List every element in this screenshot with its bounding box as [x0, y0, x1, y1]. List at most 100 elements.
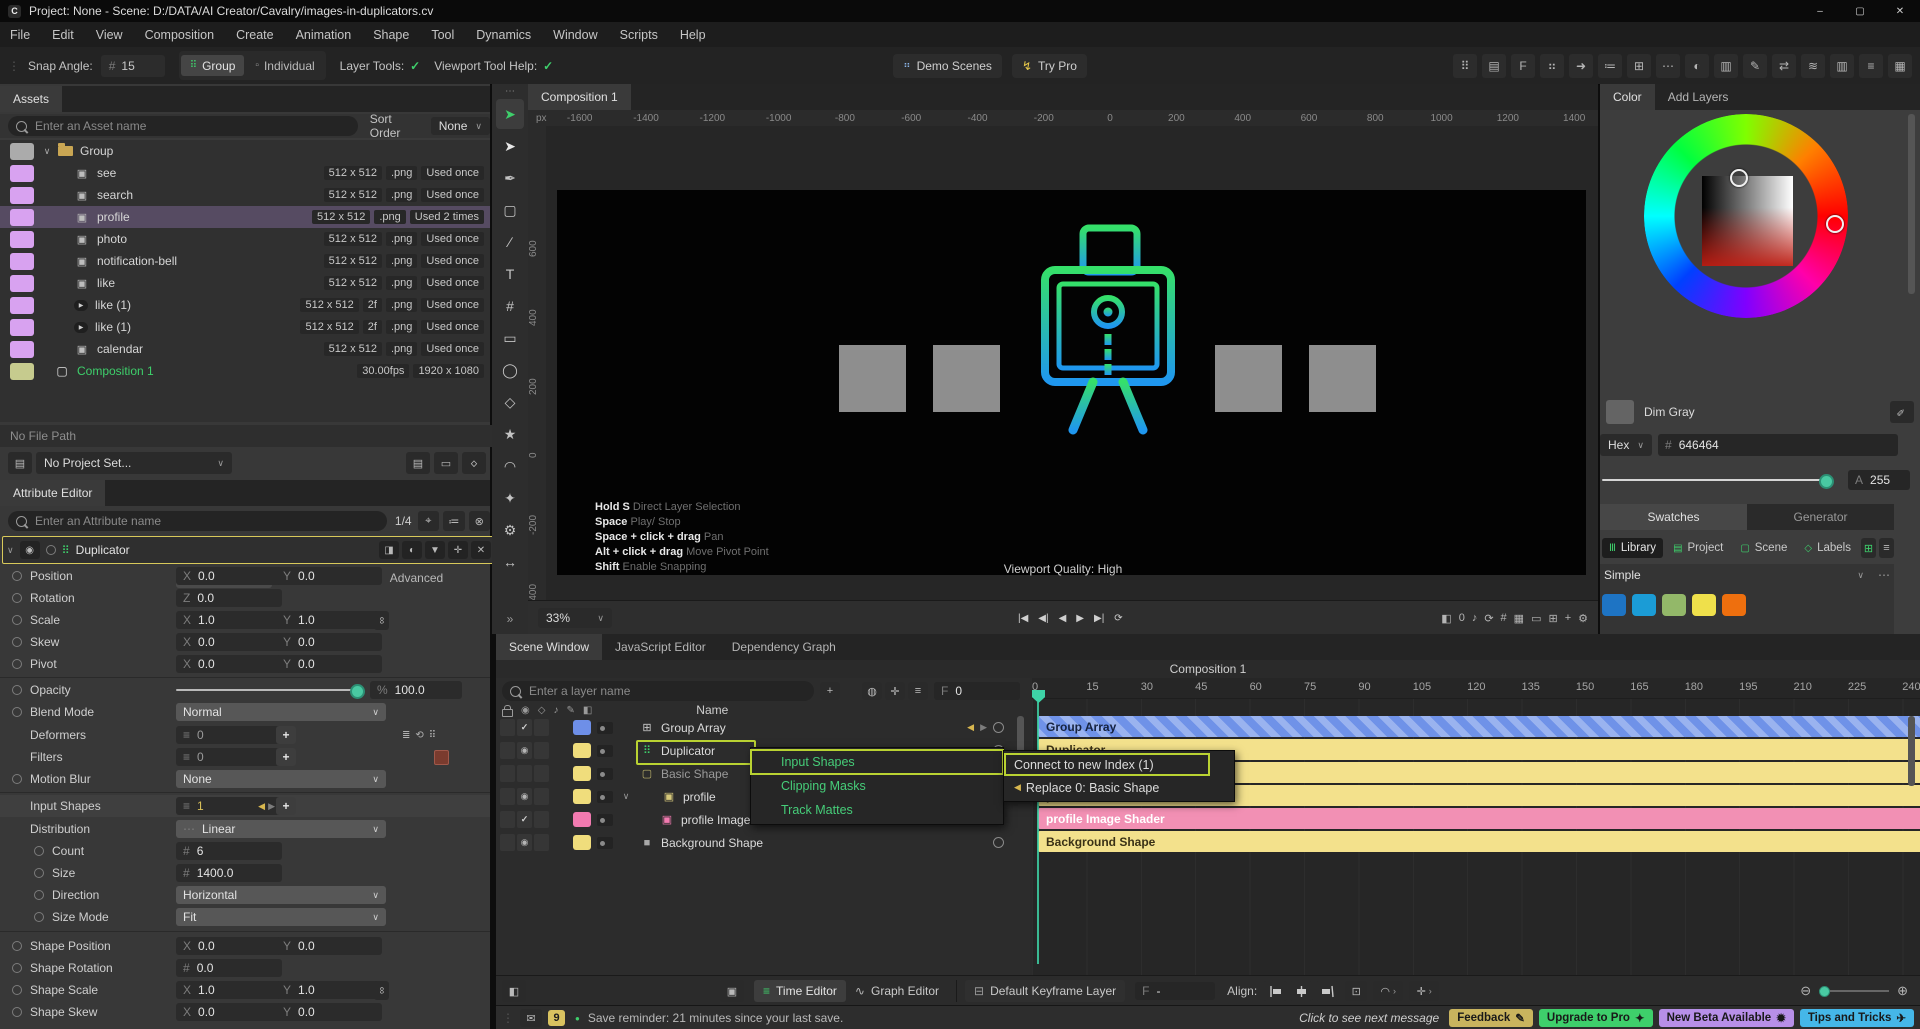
add-attribute-button[interactable]: ≔ [443, 511, 465, 531]
opacity-value-field[interactable]: % 100.0 [370, 681, 462, 699]
layer-header-icon-button[interactable]: ◐ [402, 541, 422, 559]
distribution-dropdown[interactable]: ⋯ Linear ∨ [176, 820, 386, 838]
color-swatch[interactable] [1662, 594, 1686, 616]
individual-mode-button[interactable]: ▫ Individual [246, 55, 323, 76]
try-pro-button[interactable]: ↯ Try Pro [1011, 53, 1087, 78]
graph-editor-button[interactable]: ∿ Graph Editor [846, 980, 948, 1002]
bottom-panel-tab[interactable]: Scene Window [496, 634, 603, 660]
solo-toggle[interactable] [534, 742, 549, 759]
pen-tool[interactable]: ✒ [496, 163, 524, 193]
color-swatch[interactable] [1692, 594, 1716, 616]
menu-item[interactable]: Animation [296, 28, 352, 42]
toolbar-icon-button[interactable]: ▥ [1830, 53, 1854, 78]
keyframe-toggle[interactable] [12, 774, 22, 784]
toolbar-icon-button[interactable]: ▥ [1714, 53, 1738, 78]
settings-tool[interactable]: ⚙ [496, 515, 524, 545]
toolbar-icon-button[interactable]: ◐ [1685, 53, 1709, 78]
visibility-icon[interactable]: ◉ [19, 541, 40, 559]
swatch-options-icon[interactable]: ⋯ [1878, 568, 1890, 582]
keyframe-toggle[interactable] [12, 941, 22, 951]
ellipse-tool[interactable]: ◯ [496, 355, 524, 385]
visibility-toggle[interactable] [517, 811, 532, 828]
menu-item[interactable]: Dynamics [476, 28, 531, 42]
pivot-x-field[interactable]: X 0.0 [176, 655, 282, 673]
open-folder-button[interactable]: ▤ [406, 452, 430, 474]
keyframe-circle[interactable] [993, 722, 1004, 733]
transport-button[interactable]: ⟳ [1114, 613, 1122, 624]
attribute-search-input[interactable] [33, 513, 367, 529]
transport-button[interactable]: ◀ [1059, 613, 1067, 624]
collapse-icon[interactable]: ∨ [7, 545, 14, 556]
menu-item[interactable]: Shape [373, 28, 409, 42]
add-input-shape-button[interactable]: + [276, 797, 296, 815]
layer-color-swatch[interactable] [573, 789, 591, 804]
lock-toggle[interactable] [500, 765, 515, 782]
viewport-option-button[interactable]: ⟳ [1484, 612, 1493, 625]
filter-indicator-icon[interactable] [434, 749, 449, 765]
layer-header-icon-button[interactable]: ✛ [448, 541, 468, 559]
asset-row[interactable]: like (1) 512 x 512 2f .png Used once [0, 294, 490, 316]
lock-toggle[interactable] [500, 811, 515, 828]
layer-search[interactable] [502, 681, 814, 701]
hue-selector[interactable] [1826, 215, 1844, 233]
viewport-option-button[interactable]: ◧ [1441, 612, 1451, 625]
keyframe-toggle[interactable] [12, 615, 22, 625]
scale-y-field[interactable]: Y 1.0 [276, 611, 382, 629]
context-menu-item[interactable]: Clipping Masks [751, 774, 1003, 798]
bottom-panel-tab[interactable]: Dependency Graph [719, 634, 849, 660]
layer-color-swatch[interactable] [573, 812, 591, 827]
toolbar-icon-button[interactable]: ≔ [1598, 53, 1622, 78]
marquee-tool[interactable]: ▢ [496, 195, 524, 225]
selection-box-button[interactable]: ⊡ [1345, 981, 1368, 1001]
swatch-set-name[interactable]: Simple [1604, 568, 1641, 582]
timeline-bar[interactable]: Group Array [1038, 716, 1920, 737]
asset-row[interactable]: like 512 x 512 .png Used once [0, 272, 490, 294]
shape-position-x-field[interactable]: X 0.0 [176, 937, 282, 955]
solo-toggle[interactable] [534, 788, 549, 805]
keyframe-toggle[interactable] [34, 846, 44, 856]
keyframe-layer-dropdown[interactable]: ⊟ Default Keyframe Layer [965, 980, 1126, 1002]
layer-name[interactable]: Background Shape [661, 836, 763, 850]
list-view-button[interactable]: ≡ [1878, 538, 1894, 558]
shape-skew-x-field[interactable]: X 0.0 [176, 1003, 282, 1021]
toolbar-icon-button[interactable]: ≋ [1801, 53, 1825, 78]
shape-rotation-field[interactable]: #0.0 [176, 959, 282, 977]
scale-x-field[interactable]: X 1.0 [176, 611, 282, 629]
asset-search[interactable] [8, 116, 358, 136]
toolbar-icon-button[interactable]: ➜ [1569, 53, 1593, 78]
asset-color-swatch[interactable] [10, 230, 34, 248]
message-count-badge[interactable]: 9 [548, 1010, 565, 1026]
direct-select-tool[interactable]: ➤ [496, 131, 524, 161]
keyframe-toggle[interactable] [34, 912, 44, 922]
trash-button[interactable]: 🝔 [462, 452, 486, 474]
maximize-button[interactable]: ▢ [1840, 0, 1880, 22]
asset-color-swatch[interactable] [10, 362, 34, 380]
asset-row[interactable]: profile 512 x 512 .png Used 2 times [0, 206, 490, 228]
transport-button[interactable]: ▶| [1094, 613, 1104, 624]
ease-curve-button[interactable]: ◠ › [1373, 981, 1404, 1001]
keyframe-toggle[interactable] [12, 985, 22, 995]
color-swatch[interactable] [1602, 594, 1626, 616]
status-action-button[interactable]: Tips and Tricks ✈ [1799, 1009, 1914, 1027]
asset-color-swatch[interactable] [10, 186, 34, 204]
transport-button[interactable]: ▶ [1076, 613, 1084, 624]
hex-field[interactable]: #646464 [1658, 434, 1898, 456]
swatch-source-button[interactable]: ▢ Scene [1733, 538, 1794, 558]
keyframe-toggle[interactable] [12, 637, 22, 647]
keyframe-toggle[interactable] [12, 963, 22, 973]
layer-row[interactable]: ■ Background Shape [496, 831, 1030, 854]
visibility-toggle[interactable] [517, 765, 532, 782]
deformer-extra-icons[interactable]: ≣ ⟲ ⠿ [402, 730, 436, 741]
tag-icon[interactable] [597, 836, 613, 849]
tag-icon[interactable] [597, 813, 613, 826]
color-mode-dropdown[interactable]: Hex ∨ [1600, 434, 1652, 456]
tool-menu-icon[interactable]: ⋯ [505, 86, 515, 97]
viewport-option-button[interactable]: + [1565, 612, 1571, 625]
layer-name[interactable]: Basic Shape [661, 767, 728, 781]
grid-view-button[interactable]: ⊞ [1860, 538, 1876, 558]
minimize-button[interactable]: – [1800, 0, 1840, 22]
visibility-toggle[interactable] [517, 719, 532, 736]
swatch-source-button[interactable]: ◇ Labels [1797, 538, 1858, 558]
asset-color-swatch[interactable] [10, 296, 34, 314]
transport-button[interactable]: ◀| [1038, 613, 1048, 624]
